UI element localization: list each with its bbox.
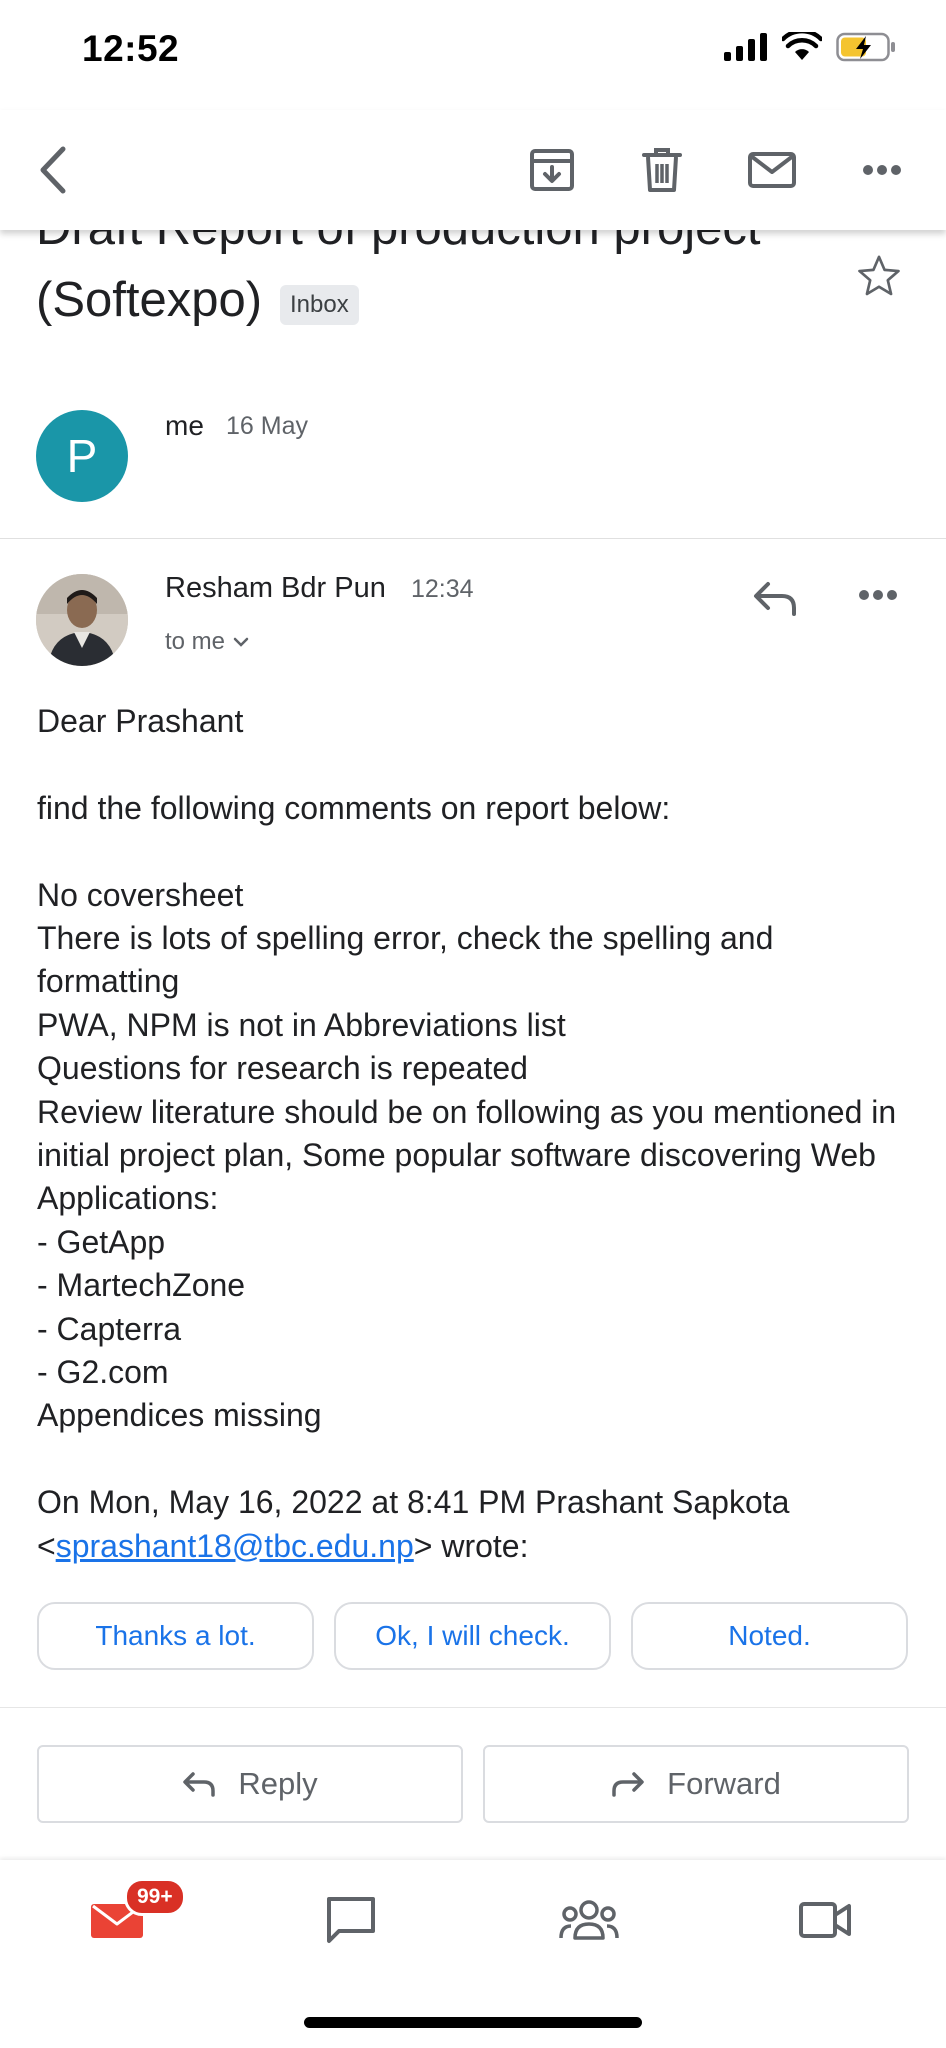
back-button[interactable] xyxy=(20,138,84,202)
sender-avatar[interactable] xyxy=(36,574,128,666)
battery-charging-icon xyxy=(836,32,895,62)
more-horizontal-icon xyxy=(859,590,897,600)
archive-button[interactable] xyxy=(520,138,584,202)
status-time: 12:52 xyxy=(82,28,180,69)
recipients-label: to me xyxy=(165,628,226,655)
inbox-label-chip[interactable]: Inbox xyxy=(280,285,359,325)
home-indicator xyxy=(304,2017,642,2028)
body-line: - Capterra xyxy=(37,1310,182,1347)
body-line: - MartechZone xyxy=(37,1267,246,1304)
quote-header: On Mon, May 16, 2022 at 8:41 PM Prashant… xyxy=(37,1481,917,1568)
message-date: 16 May xyxy=(226,412,308,440)
body-line: No coversheet xyxy=(37,876,244,913)
spaces-icon xyxy=(559,1900,619,1940)
mail-icon xyxy=(748,152,796,188)
archive-icon xyxy=(530,149,574,191)
chat-icon xyxy=(327,1897,375,1943)
more-horizontal-icon xyxy=(863,165,901,175)
body-line: Questions for research is repeated xyxy=(37,1050,528,1087)
forward-icon xyxy=(612,1772,644,1797)
chevron-down-icon xyxy=(233,637,249,647)
reply-icon xyxy=(754,582,796,616)
video-camera-icon xyxy=(799,1902,851,1938)
message-time: 12:34 xyxy=(411,575,474,603)
body-intro: find the following comments on report be… xyxy=(37,789,671,826)
body-line: There is lots of spelling error, check t… xyxy=(37,920,774,1000)
delete-button[interactable] xyxy=(630,138,694,202)
nav-spaces[interactable] xyxy=(554,1890,624,1950)
smart-reply-chip[interactable]: Thanks a lot. xyxy=(37,1602,314,1670)
forward-action-button[interactable]: Forward xyxy=(483,1745,909,1823)
body-line: Appendices missing xyxy=(37,1397,322,1434)
forward-label: Forward xyxy=(667,1766,781,1801)
mark-unread-button[interactable] xyxy=(740,138,804,202)
quote-suffix: > wrote: xyxy=(413,1527,529,1564)
reply-label: Reply xyxy=(238,1766,318,1801)
star-icon[interactable] xyxy=(856,254,902,303)
trash-icon xyxy=(642,148,682,192)
message-body: Dear Prashant find the following comment… xyxy=(37,700,917,1568)
reply-icon xyxy=(183,1772,216,1797)
avatar[interactable]: P xyxy=(36,410,128,502)
smart-reply-chip[interactable]: Noted. xyxy=(631,1602,908,1670)
body-line: - GetApp xyxy=(37,1223,166,1260)
status-icons xyxy=(724,32,896,62)
message-more-button[interactable] xyxy=(858,588,898,606)
chevron-left-icon xyxy=(40,146,66,194)
recipients-toggle[interactable]: to me xyxy=(165,628,249,656)
reply-action-button[interactable]: Reply xyxy=(37,1745,463,1823)
smart-reply-chip[interactable]: Ok, I will check. xyxy=(334,1602,611,1670)
unread-count-badge: 99+ xyxy=(124,1878,186,1916)
nav-meet[interactable] xyxy=(790,1890,860,1950)
quote-lt: < xyxy=(37,1527,56,1564)
more-options-button[interactable] xyxy=(850,138,914,202)
smart-replies: Thanks a lot. Ok, I will check. Noted. xyxy=(37,1602,908,1670)
quote-prefix: On Mon, May 16, 2022 at 8:41 PM Prashant… xyxy=(37,1484,790,1521)
divider xyxy=(0,1707,946,1708)
top-app-bar xyxy=(0,110,946,230)
cellular-signal-icon xyxy=(724,33,767,61)
wifi-icon xyxy=(782,32,822,60)
body-line: PWA, NPM is not in Abbreviations list xyxy=(37,1006,566,1043)
nav-chat[interactable] xyxy=(316,1890,386,1950)
body-greeting: Dear Prashant xyxy=(37,703,244,739)
message-sender[interactable]: me xyxy=(165,410,204,442)
divider xyxy=(0,538,946,539)
sender-name: Resham Bdr Pun xyxy=(165,572,386,604)
body-line: - G2.com xyxy=(37,1354,169,1391)
body-line: Review literature should be on following… xyxy=(37,1093,897,1217)
reply-button[interactable] xyxy=(752,578,798,623)
quote-email-link[interactable]: sprashant18@tbc.edu.np xyxy=(56,1528,414,1564)
subject-line-2: (Softexpo) xyxy=(36,273,263,327)
